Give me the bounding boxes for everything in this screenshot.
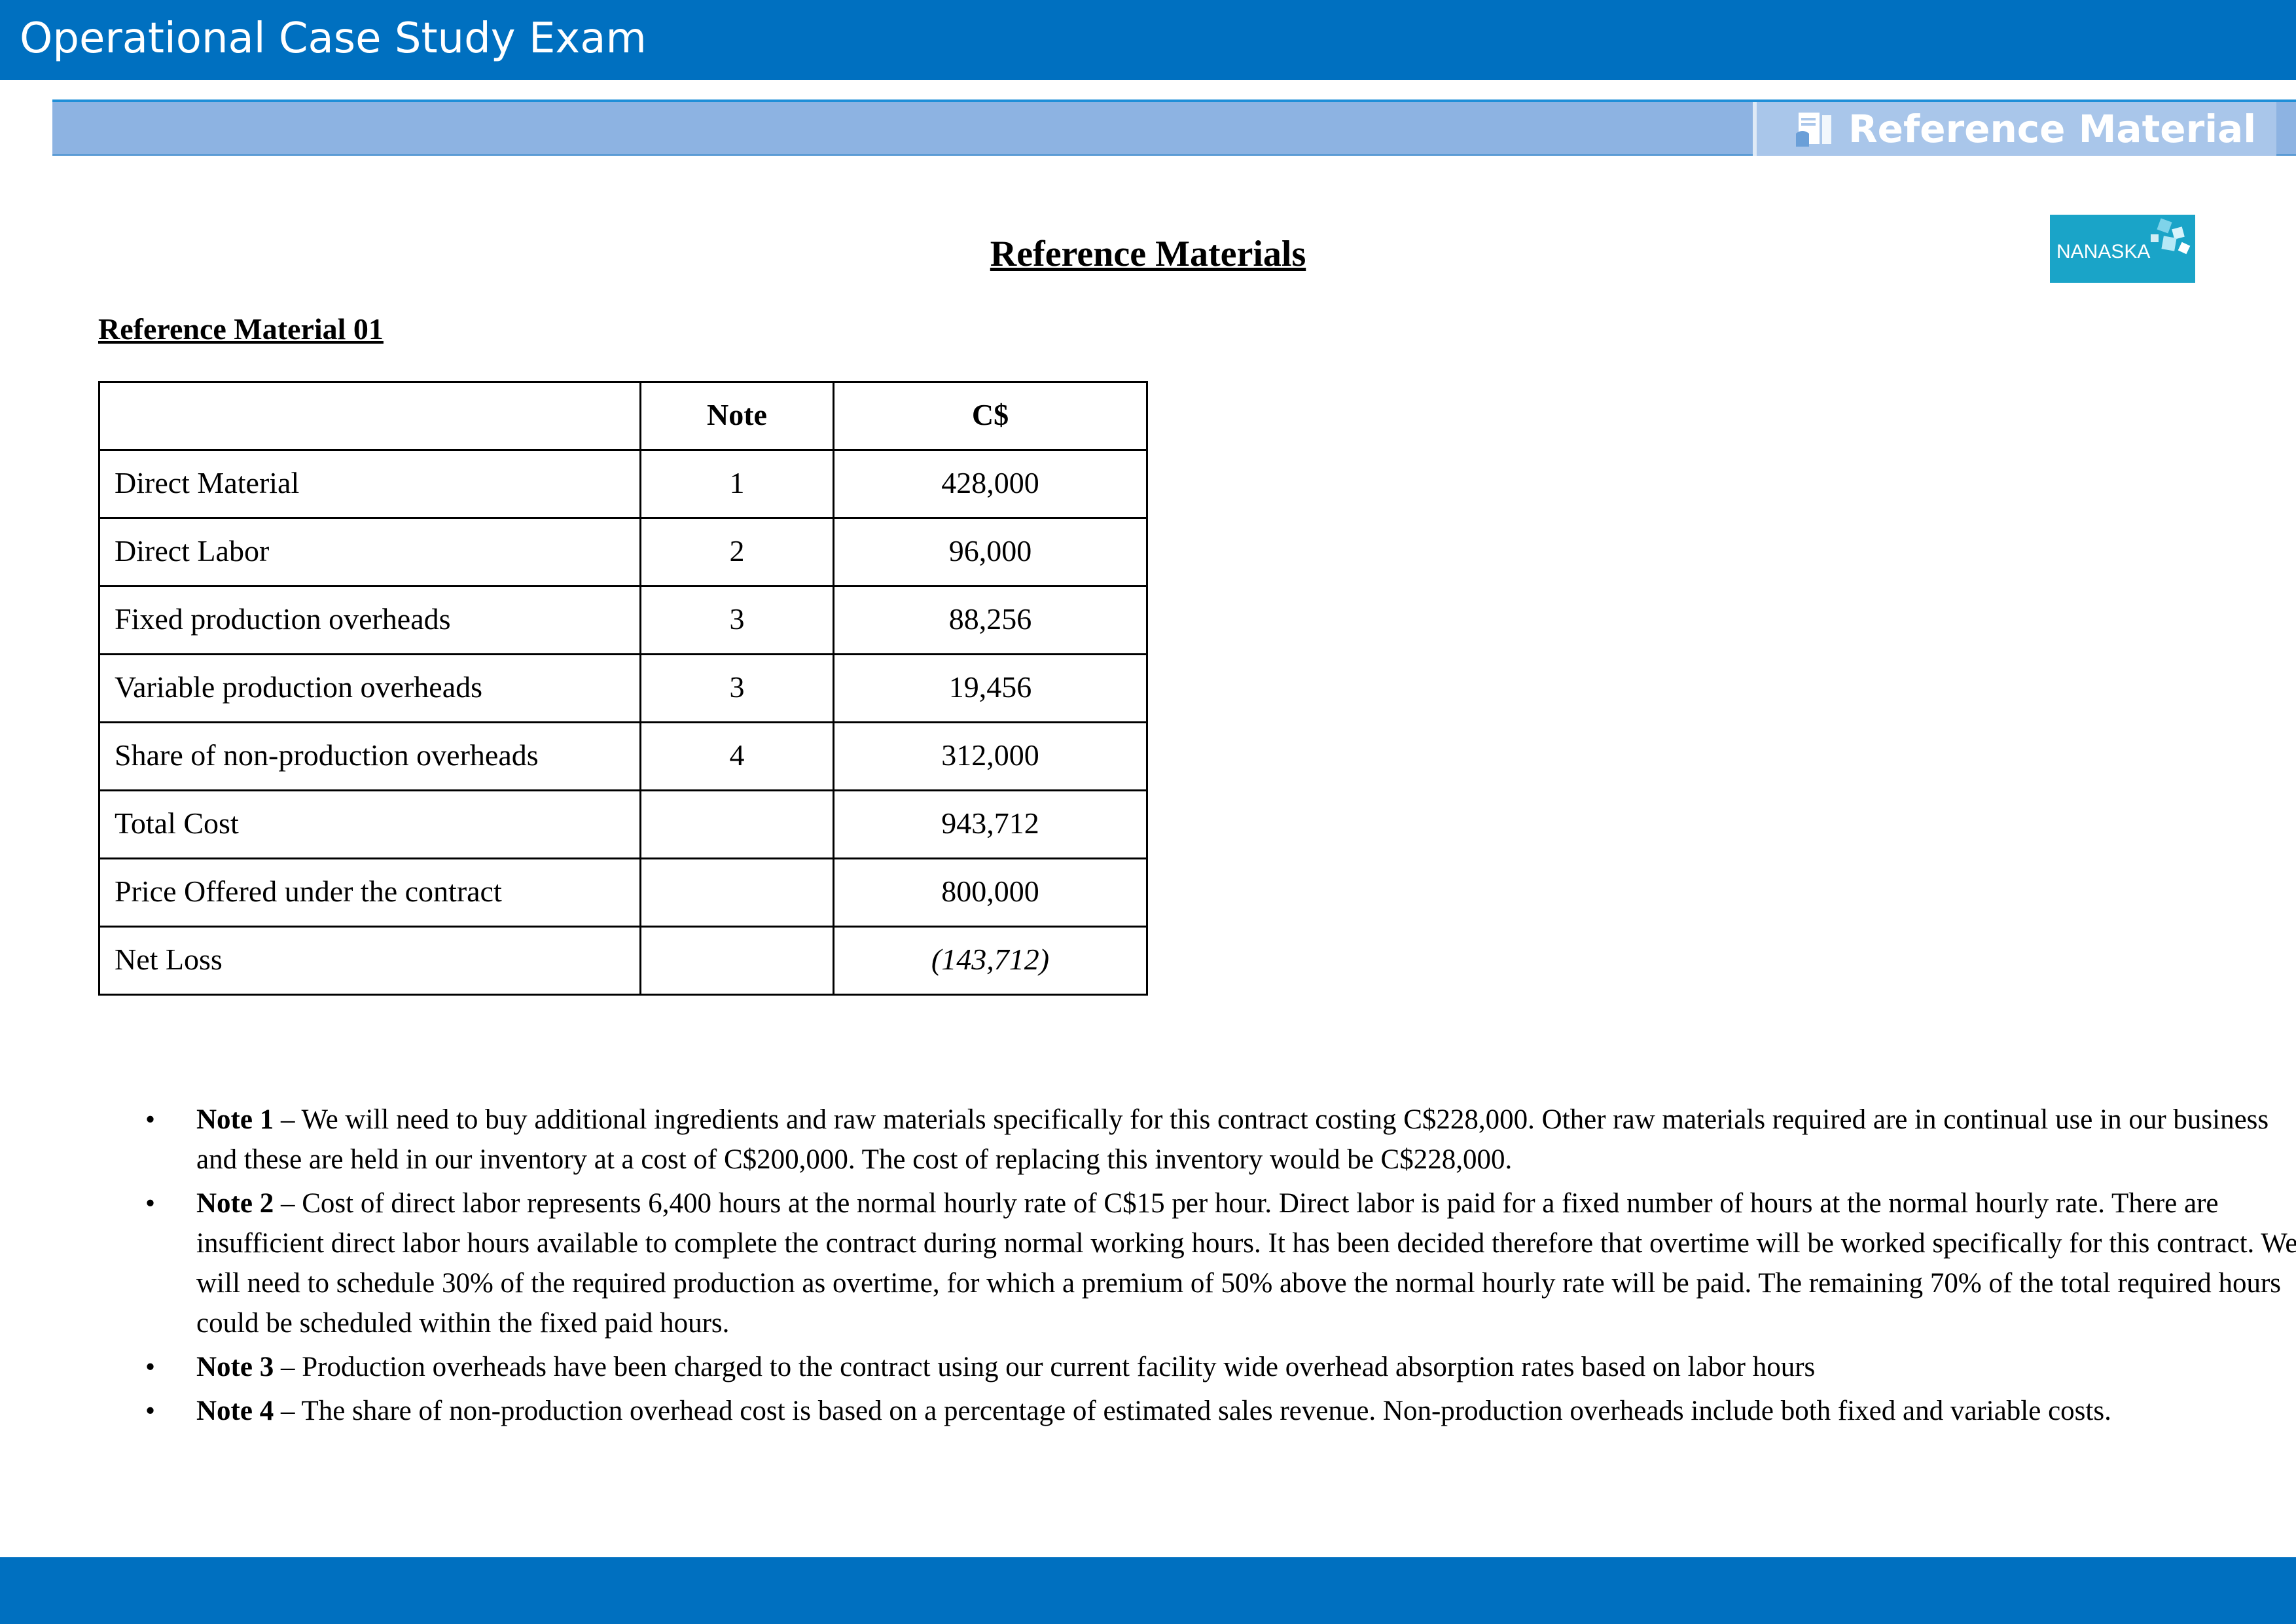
note-label: Note 1: [196, 1104, 274, 1135]
table-row: Share of non-production overheads 4 312,…: [98, 721, 1148, 791]
row-amount: 428,000: [833, 449, 1148, 519]
row-amount: 19,456: [833, 653, 1148, 723]
note-item: Note 2 – Cost of direct labor represents…: [145, 1183, 2296, 1343]
note-text: – We will need to buy additional ingredi…: [196, 1104, 2269, 1175]
table-row-net-loss: Net Loss (143,712): [98, 926, 1148, 996]
table-header-note: Note: [639, 381, 834, 451]
row-item: Direct Material: [98, 449, 641, 519]
row-amount: 800,000: [833, 857, 1148, 928]
table-row-price-offered: Price Offered under the contract 800,000: [98, 857, 1148, 928]
row-amount: 96,000: [833, 517, 1148, 587]
table-row-total-cost: Total Cost 943,712: [98, 789, 1148, 859]
row-item: Net Loss: [98, 926, 641, 996]
logo-text: NANASKA: [2056, 241, 2151, 262]
table-row: Direct Labor 2 96,000: [98, 517, 1148, 587]
row-item: Direct Labor: [98, 517, 641, 587]
row-item: Price Offered under the contract: [98, 857, 641, 928]
row-note: [639, 857, 834, 928]
document-reader-icon: [1796, 113, 1831, 147]
note-item: Note 3 – Production overheads have been …: [145, 1347, 2296, 1387]
row-note: 4: [639, 721, 834, 791]
note-label: Note 2: [196, 1188, 274, 1219]
row-amount: 88,256: [833, 585, 1148, 655]
row-amount: 943,712: [833, 789, 1148, 859]
bottom-banner: [0, 1557, 2296, 1624]
note-label: Note 4: [196, 1396, 274, 1426]
table-header-item: [98, 381, 641, 451]
page-heading: Reference Materials: [990, 234, 1306, 274]
reference-material-tab[interactable]: Reference Material: [1753, 102, 2276, 156]
table-header-row: Note C$: [98, 381, 1148, 451]
row-note: [639, 789, 834, 859]
row-item: Share of non-production overheads: [98, 721, 641, 791]
exam-title: Operational Case Study Exam: [20, 14, 647, 63]
reference-material-tab-label: Reference Material: [1848, 107, 2257, 151]
row-note: [639, 926, 834, 996]
note-text: – Production overheads have been charged…: [274, 1352, 1816, 1382]
note-label: Note 3: [196, 1352, 274, 1382]
cost-table: Note C$ Direct Material 1 428,000 Direct…: [98, 381, 1148, 996]
row-item: Fixed production overheads: [98, 585, 641, 655]
nanaska-logo: NANASKA: [2050, 215, 2195, 283]
row-item: Variable production overheads: [98, 653, 641, 723]
table-row: Direct Material 1 428,000: [98, 449, 1148, 519]
section-bar: Reference Material: [52, 99, 2296, 156]
note-item: Note 1 – We will need to buy additional …: [145, 1100, 2296, 1180]
row-note: 3: [639, 653, 834, 723]
note-text: – Cost of direct labor represents 6,400 …: [196, 1188, 2296, 1339]
table-header-amount: C$: [833, 381, 1148, 451]
row-amount: 312,000: [833, 721, 1148, 791]
logo-cubes-icon: [2151, 218, 2191, 255]
note-item: Note 4 – The share of non-production ove…: [145, 1391, 2296, 1431]
row-item: Total Cost: [98, 789, 641, 859]
row-amount: (143,712): [833, 926, 1148, 996]
row-note: 3: [639, 585, 834, 655]
note-text: – The share of non-production overhead c…: [274, 1396, 2111, 1426]
row-note: 1: [639, 449, 834, 519]
row-note: 2: [639, 517, 834, 587]
top-banner: Operational Case Study Exam: [0, 0, 2296, 80]
table-row: Fixed production overheads 3 88,256: [98, 585, 1148, 655]
table-row: Variable production overheads 3 19,456: [98, 653, 1148, 723]
section-heading: Reference Material 01: [98, 312, 384, 346]
notes-list: Note 1 – We will need to buy additional …: [98, 1100, 2296, 1435]
